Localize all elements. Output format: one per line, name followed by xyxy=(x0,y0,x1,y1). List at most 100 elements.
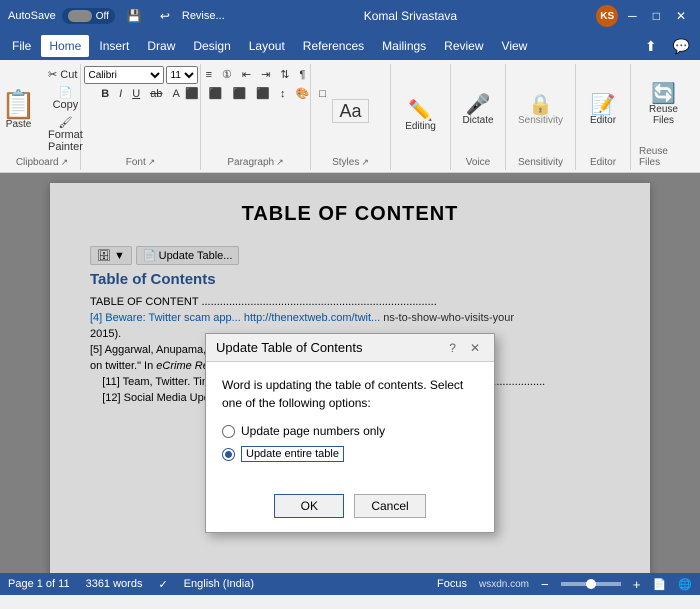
editing-icon: ✏️ xyxy=(408,101,433,121)
underline-button[interactable]: U xyxy=(128,86,144,102)
radio-option-2[interactable]: Update entire table xyxy=(222,446,478,462)
align-left-button[interactable]: ⬛ xyxy=(181,85,203,102)
align-center-button[interactable]: ⬛ xyxy=(205,85,227,102)
styles-icon: Aa xyxy=(332,99,368,123)
menu-design[interactable]: Design xyxy=(185,35,238,57)
bold-button[interactable]: B xyxy=(97,86,113,102)
modal-help-button[interactable]: ? xyxy=(445,341,460,355)
editor-label: Editor xyxy=(590,157,616,168)
close-button[interactable]: ✕ xyxy=(670,7,692,25)
modal-body: Word is updating the table of contents. … xyxy=(206,362,494,484)
paragraph-expand-icon[interactable]: ↗ xyxy=(276,157,284,168)
styles-button[interactable]: Aa xyxy=(328,97,372,125)
dictate-items: 🎤 Dictate xyxy=(458,66,497,155)
spelling-icon: ✓ xyxy=(158,578,167,591)
word-count: 3361 words xyxy=(86,578,143,590)
share-button[interactable]: ⬆ xyxy=(639,36,663,57)
modal-cancel-button[interactable]: Cancel xyxy=(354,494,425,518)
ribbon-group-editor: 📝 Editor Editor xyxy=(576,64,631,170)
sensitivity-button[interactable]: 🔒 Sensitivity xyxy=(514,93,567,128)
menu-home[interactable]: Home xyxy=(41,35,89,57)
menu-mailings[interactable]: Mailings xyxy=(374,35,434,57)
modal-ok-button[interactable]: OK xyxy=(274,494,344,518)
italic-button[interactable]: I xyxy=(115,86,126,102)
styles-label: Styles ↗ xyxy=(332,157,369,168)
save-button[interactable]: 💾 xyxy=(121,7,148,25)
zoom-handle[interactable] xyxy=(586,579,596,589)
editor-group-label: Editor xyxy=(590,157,616,168)
paste-icon: 📋 xyxy=(1,91,36,119)
editing-button[interactable]: ✏️ Editing xyxy=(401,99,440,134)
reuse-items: 🔄 ReuseFiles xyxy=(645,66,682,144)
font-family-select[interactable]: Calibri xyxy=(84,66,164,84)
ribbon-content: 📋 Paste ✂ Cut 📄 Copy 🖌 Format Painter Cl… xyxy=(0,60,700,173)
reuse-files-button[interactable]: 🔄 ReuseFiles xyxy=(645,82,682,128)
zoom-increase-button[interactable]: + xyxy=(633,577,641,592)
update-toc-modal: Update Table of Contents ? ✕ Word is upd… xyxy=(205,333,495,533)
user-initials: KS xyxy=(600,11,614,22)
align-justify-button[interactable]: ⬛ xyxy=(252,85,274,102)
title-bar-left: AutoSave Off 💾 ↩ Revise... xyxy=(8,7,225,25)
line-spacing-button[interactable]: ↕ xyxy=(276,85,290,102)
radio-option-1[interactable]: Update page numbers only xyxy=(222,424,478,438)
status-bar: Page 1 of 11 3361 words ✓ English (India… xyxy=(0,573,700,595)
modal-overlay: Update Table of Contents ? ✕ Word is upd… xyxy=(50,183,650,573)
paragraph-label: Paragraph ↗ xyxy=(227,157,283,168)
page-info: Page 1 of 11 xyxy=(8,578,70,590)
reuse-icon: 🔄 xyxy=(651,84,676,104)
filename: Revise... xyxy=(182,10,225,22)
font-group-label: Font xyxy=(126,157,146,168)
menu-view[interactable]: View xyxy=(494,35,536,57)
ribbon-group-editing: ✏️ Editing xyxy=(391,64,451,170)
autosave-label: AutoSave xyxy=(8,10,56,22)
focus-button[interactable]: Focus xyxy=(437,578,467,590)
ribbon-group-styles: Aa Styles ↗ xyxy=(311,64,391,170)
sensitivity-items: 🔒 Sensitivity xyxy=(514,66,567,155)
numbering-button[interactable]: ① xyxy=(218,66,236,83)
sensitivity-icon: 🔒 xyxy=(528,95,553,115)
dictate-button[interactable]: 🎤 Dictate xyxy=(458,93,497,128)
reuse-label: Reuse Files xyxy=(639,146,688,168)
menu-file[interactable]: File xyxy=(4,35,39,57)
styles-group-label: Styles xyxy=(332,157,359,168)
comments-button[interactable]: 💬 xyxy=(667,36,696,57)
menu-review[interactable]: Review xyxy=(436,35,491,57)
indent-increase-button[interactable]: ⇥ xyxy=(257,66,274,83)
shading-button[interactable]: 🎨 xyxy=(291,85,313,102)
align-right-button[interactable]: ⬛ xyxy=(229,85,251,102)
menu-draw[interactable]: Draw xyxy=(139,35,183,57)
styles-expand-icon[interactable]: ↗ xyxy=(361,157,369,168)
indent-decrease-button[interactable]: ⇤ xyxy=(238,66,255,83)
voice-label: Voice xyxy=(466,157,490,168)
title-bar-center: Komal Srivastava xyxy=(225,9,597,23)
sort-button[interactable]: ⇅ xyxy=(276,66,293,83)
undo-button[interactable]: ↩ xyxy=(154,7,176,25)
show-marks-button[interactable]: ¶ xyxy=(296,66,310,83)
font-expand-icon[interactable]: ↗ xyxy=(148,157,156,168)
editor-button[interactable]: 📝 Editor xyxy=(586,93,620,128)
menu-layout[interactable]: Layout xyxy=(241,35,293,57)
radio-dot-2 xyxy=(225,451,232,458)
clipboard-label: Clipboard ↗ xyxy=(16,157,68,168)
zoom-decrease-button[interactable]: − xyxy=(541,577,549,592)
menu-references[interactable]: References xyxy=(295,35,372,57)
user-avatar[interactable]: KS xyxy=(596,5,618,27)
sensitivity-label: Sensitivity xyxy=(518,157,563,168)
bullets-button[interactable]: ≡ xyxy=(202,66,216,83)
modal-close-button[interactable]: ✕ xyxy=(466,341,484,355)
reuse-group-label: Reuse Files xyxy=(639,146,688,168)
language[interactable]: English (India) xyxy=(184,578,254,590)
modal-description: Word is updating the table of contents. … xyxy=(222,376,478,412)
paste-button[interactable]: 📋 Paste xyxy=(0,89,40,132)
strikethrough-button[interactable]: ab xyxy=(146,86,166,102)
maximize-button[interactable]: □ xyxy=(647,7,666,25)
modal-footer: OK Cancel xyxy=(206,484,494,532)
view-web-button[interactable]: 🌐 xyxy=(678,578,692,591)
clipboard-expand-icon[interactable]: ↗ xyxy=(61,157,69,168)
clipboard-items: 📋 Paste ✂ Cut 📄 Copy 🖌 Format Painter xyxy=(0,66,87,155)
modal-controls: ? ✕ xyxy=(445,341,484,355)
autosave-toggle[interactable]: Off xyxy=(62,8,115,24)
minimize-button[interactable]: ─ xyxy=(622,7,643,25)
view-print-button[interactable]: 📄 xyxy=(653,578,667,591)
menu-insert[interactable]: Insert xyxy=(91,35,137,57)
